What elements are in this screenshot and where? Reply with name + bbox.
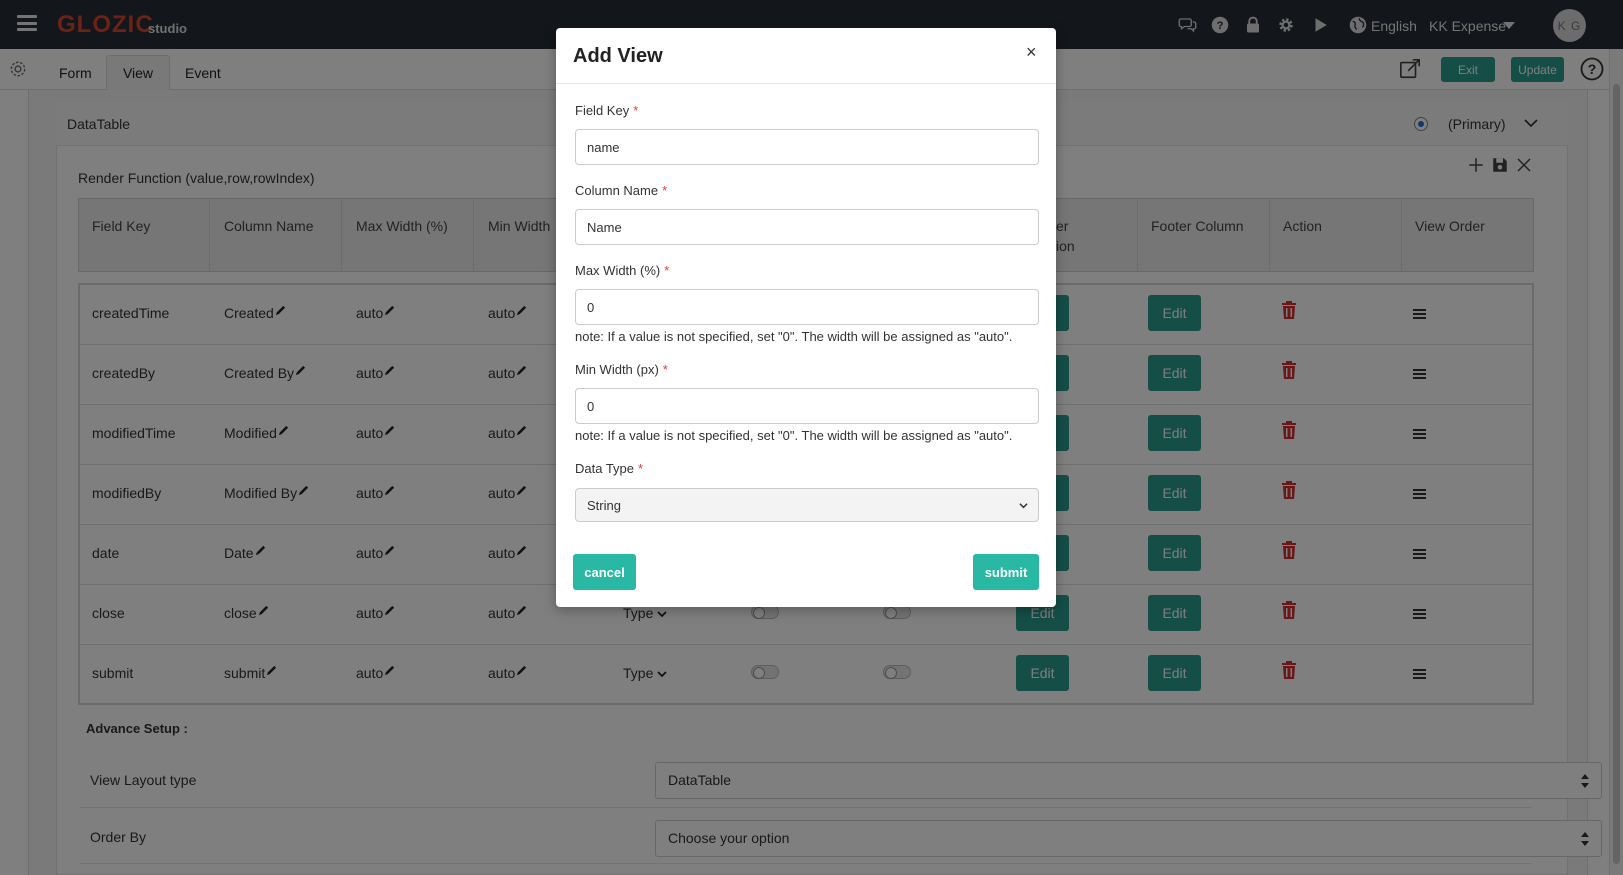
- add-view-modal: Add View × Field Key * name Column Name * …: [556, 28, 1056, 607]
- field-key-label: Field Key *: [575, 103, 639, 118]
- modal-header: Add View ×: [556, 28, 1056, 84]
- chevron-down-icon: [1019, 503, 1028, 509]
- data-type-value: String: [587, 497, 621, 513]
- submit-button[interactable]: submit: [973, 554, 1039, 590]
- max-width-note: note: If a value is not specified, set "…: [575, 329, 1013, 344]
- cancel-button[interactable]: cancel: [573, 554, 636, 590]
- max-width-label: Max Width (%) *: [575, 263, 670, 278]
- column-name-label: Column Name *: [575, 183, 668, 198]
- field-key-input[interactable]: name: [575, 129, 1039, 165]
- column-name-input[interactable]: Name: [575, 209, 1039, 245]
- max-width-input[interactable]: 0: [575, 289, 1039, 325]
- modal-close-icon[interactable]: ×: [1026, 43, 1037, 61]
- data-type-label: Data Type *: [575, 461, 644, 476]
- modal-title: Add View: [573, 45, 663, 67]
- data-type-select[interactable]: String: [575, 488, 1039, 522]
- min-width-note: note: If a value is not specified, set "…: [575, 428, 1013, 443]
- min-width-input[interactable]: 0: [575, 388, 1039, 424]
- min-width-label: Min Width (px) *: [575, 362, 668, 377]
